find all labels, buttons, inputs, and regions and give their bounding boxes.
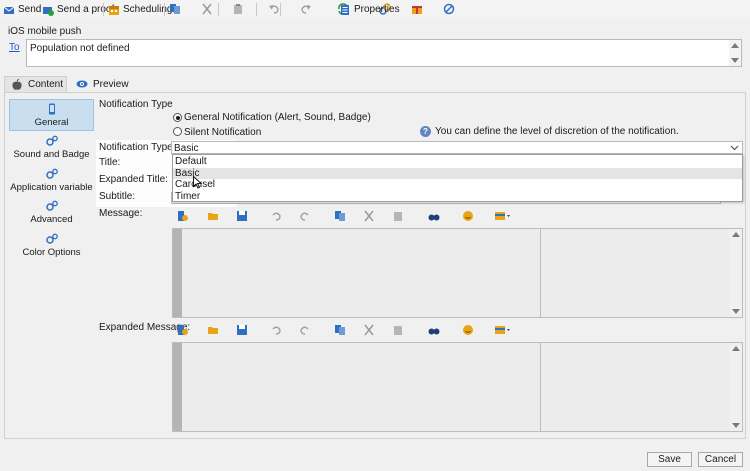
expanded-title-label: Expanded Title:	[99, 174, 168, 185]
sidebar-item-application-variable[interactable]: Application variable	[9, 168, 94, 196]
editor-gutter	[173, 229, 182, 317]
to-link[interactable]: To	[9, 42, 20, 53]
message-label: Message:	[99, 208, 143, 219]
gears-icon	[45, 200, 58, 212]
scroll-up-icon[interactable]	[732, 346, 740, 351]
title-label: Title:	[99, 157, 121, 168]
info-icon: ?	[420, 126, 431, 137]
cancel-button[interactable]: Cancel	[698, 452, 743, 467]
notification-type-select[interactable]: Basic	[171, 141, 743, 154]
binoculars-icon[interactable]	[428, 210, 440, 222]
emoji-icon[interactable]	[462, 324, 474, 336]
copy-icon[interactable]	[334, 210, 346, 222]
tab-preview[interactable]: Preview	[70, 76, 132, 92]
scroll-down-icon[interactable]	[731, 58, 739, 63]
copy-icon[interactable]	[334, 324, 346, 336]
scheduling-button[interactable]: Scheduling	[108, 2, 172, 17]
to-scrollbar[interactable]	[729, 40, 741, 66]
binoculars-icon[interactable]	[428, 324, 440, 336]
toolbar-separator	[218, 3, 219, 16]
sidebar-item-sound-and-badge[interactable]: Sound and Badge	[9, 135, 94, 163]
gift-icon[interactable]	[411, 3, 423, 15]
copy-icon[interactable]	[169, 3, 181, 15]
radio-general-notification[interactable]	[173, 113, 182, 122]
send-proof-icon	[42, 4, 54, 16]
properties-button[interactable]: Properties	[339, 2, 400, 17]
notification-type-group-title: Notification Type	[99, 99, 173, 110]
scroll-up-icon[interactable]	[731, 43, 739, 48]
radio-silent-label: Silent Notification	[184, 127, 262, 138]
insert-menu-icon[interactable]	[494, 324, 512, 336]
insert-menu-icon[interactable]	[494, 210, 512, 222]
insert-field-icon[interactable]	[177, 210, 189, 222]
notification-type-label: Notification Type:	[99, 142, 176, 153]
expanded-message-editor-toolbar	[177, 324, 510, 336]
gears-icon	[45, 135, 58, 147]
sidebar-item-color-options[interactable]: Color Options	[9, 233, 94, 261]
dropdown-option-carousel[interactable]: Carousel	[173, 179, 742, 191]
message-scrollbar[interactable]	[730, 229, 742, 317]
redo-icon[interactable]	[299, 210, 311, 222]
paste-icon[interactable]	[232, 3, 244, 15]
folder-icon[interactable]	[207, 210, 219, 222]
paste-icon[interactable]	[392, 210, 404, 222]
toolbar-separator	[256, 3, 257, 16]
send-button[interactable]: Send	[3, 2, 41, 17]
redo-icon[interactable]	[299, 324, 311, 336]
section-title: iOS mobile push	[8, 26, 82, 37]
sidebar-item-general[interactable]: General	[9, 99, 94, 131]
mouse-pointer-icon	[193, 175, 203, 192]
editor-divider	[540, 229, 541, 317]
properties-icon	[339, 4, 351, 16]
insert-field-icon[interactable]	[177, 324, 189, 336]
toolbar-separator	[164, 3, 165, 16]
cut-icon[interactable]	[363, 210, 375, 222]
message-editor[interactable]	[172, 228, 743, 318]
editor-gutter	[173, 343, 182, 431]
toolbar-separator	[280, 3, 281, 16]
save-icon[interactable]	[236, 210, 248, 222]
editor-divider	[540, 343, 541, 431]
save-icon[interactable]	[236, 324, 248, 336]
redo-icon[interactable]	[300, 3, 312, 15]
scroll-down-icon[interactable]	[732, 309, 740, 314]
calendar-icon	[108, 4, 120, 16]
info-text: You can define the level of discretion o…	[435, 126, 679, 137]
tab-content[interactable]: Content	[4, 76, 67, 92]
subtitle-label: Subtitle:	[99, 191, 136, 202]
notification-type-dropdown[interactable]: Default Basic Carousel Timer	[172, 154, 743, 202]
undo-icon[interactable]	[270, 324, 282, 336]
undo-icon[interactable]	[270, 210, 282, 222]
expanded-message-editor[interactable]	[172, 342, 743, 432]
radio-general-label: General Notification (Alert, Sound, Badg…	[184, 112, 371, 123]
message-editor-toolbar	[177, 210, 510, 222]
save-button[interactable]: Save	[647, 452, 692, 467]
gears-icon	[45, 233, 58, 245]
personalize-icon[interactable]	[443, 3, 455, 15]
dropdown-option-default[interactable]: Default	[173, 156, 742, 168]
to-field[interactable]: Population not defined	[26, 39, 742, 67]
scroll-up-icon[interactable]	[732, 232, 740, 237]
send-icon	[3, 4, 15, 16]
dropdown-option-basic[interactable]: Basic	[173, 167, 742, 179]
expanded-message-scrollbar[interactable]	[730, 343, 742, 431]
emoji-icon[interactable]	[462, 210, 474, 222]
paste-icon[interactable]	[392, 324, 404, 336]
to-value: Population not defined	[30, 43, 130, 54]
dropdown-option-timer[interactable]: Timer	[173, 191, 742, 203]
cut-icon[interactable]	[363, 324, 375, 336]
gears-icon	[45, 168, 58, 180]
cut-icon[interactable]	[201, 3, 213, 15]
eye-icon	[76, 78, 88, 90]
toolbar-separator	[103, 3, 104, 16]
sidebar-item-advanced[interactable]: Advanced	[9, 200, 94, 228]
phone-icon	[46, 103, 58, 115]
undo-icon[interactable]	[268, 3, 280, 15]
radio-silent-notification[interactable]	[173, 127, 182, 136]
main-toolbar: Send Send a proof Scheduling Properties	[0, 0, 750, 19]
folder-icon[interactable]	[207, 324, 219, 336]
apple-icon	[11, 78, 23, 91]
scroll-down-icon[interactable]	[732, 423, 740, 428]
